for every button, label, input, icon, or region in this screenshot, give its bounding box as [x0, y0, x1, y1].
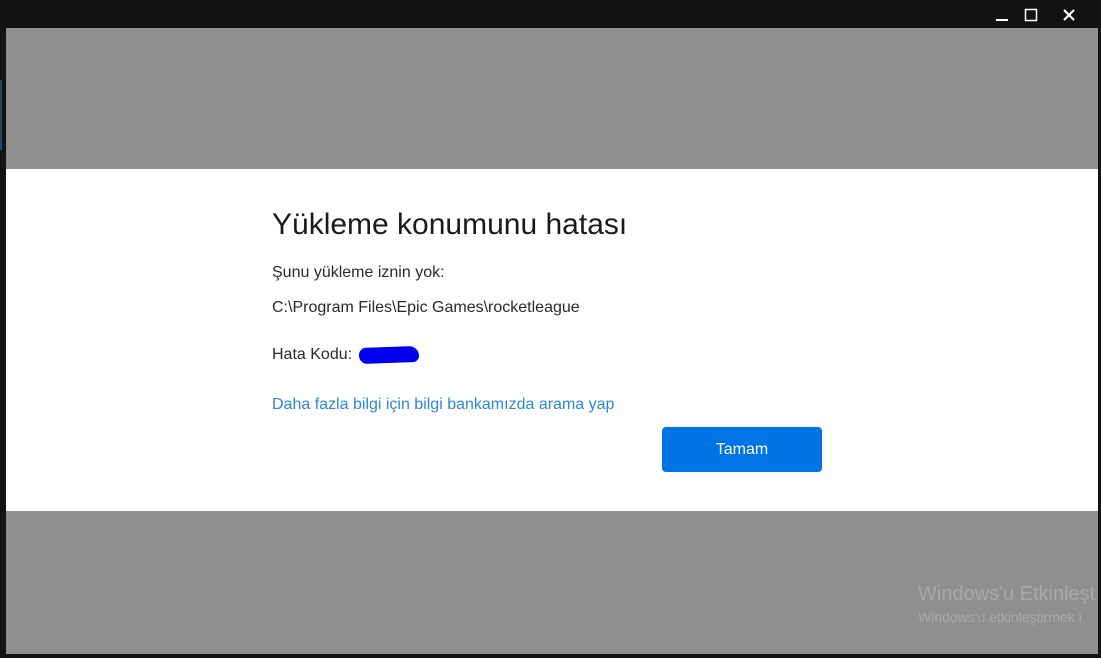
window-left-edge	[0, 80, 2, 150]
close-button[interactable]	[1052, 2, 1086, 28]
launcher-window: Yükleme konumunu hatası Şunu yükleme izn…	[0, 0, 1101, 658]
modal-overlay: Yükleme konumunu hatası Şunu yükleme izn…	[6, 28, 1098, 654]
watermark-subtitle: Windows'u etkinleştirmek i	[918, 609, 1082, 625]
error-code-label: Hata Kodu:	[272, 346, 353, 363]
window-titlebar[interactable]	[0, 0, 1101, 28]
ok-button[interactable]: Tamam	[662, 427, 822, 472]
dialog-content: Yükleme konumunu hatası Şunu yükleme izn…	[272, 169, 832, 511]
knowledge-base-link[interactable]: Daha fazla bilgi için bilgi bankamızda a…	[272, 396, 614, 414]
dialog-subtitle: Şunu yükleme iznin yok:	[272, 264, 445, 281]
install-path: C:\Program Files\Epic Games\rocketleague	[272, 299, 580, 316]
watermark-title: Windows'u Etkinleşt	[918, 583, 1096, 605]
maximize-button[interactable]	[1014, 2, 1048, 28]
dialog-title: Yükleme konumunu hatası	[272, 208, 628, 241]
error-code-row: Hata Kodu:	[272, 345, 419, 364]
windows-activation-watermark: Windows'u Etkinleşt Windows'u etkinleşti…	[918, 582, 1095, 626]
close-icon	[1063, 9, 1075, 21]
error-code-redaction	[358, 345, 419, 364]
error-dialog: Yükleme konumunu hatası Şunu yükleme izn…	[6, 169, 1098, 511]
minimize-icon	[996, 19, 1008, 21]
maximize-icon	[1024, 8, 1038, 22]
